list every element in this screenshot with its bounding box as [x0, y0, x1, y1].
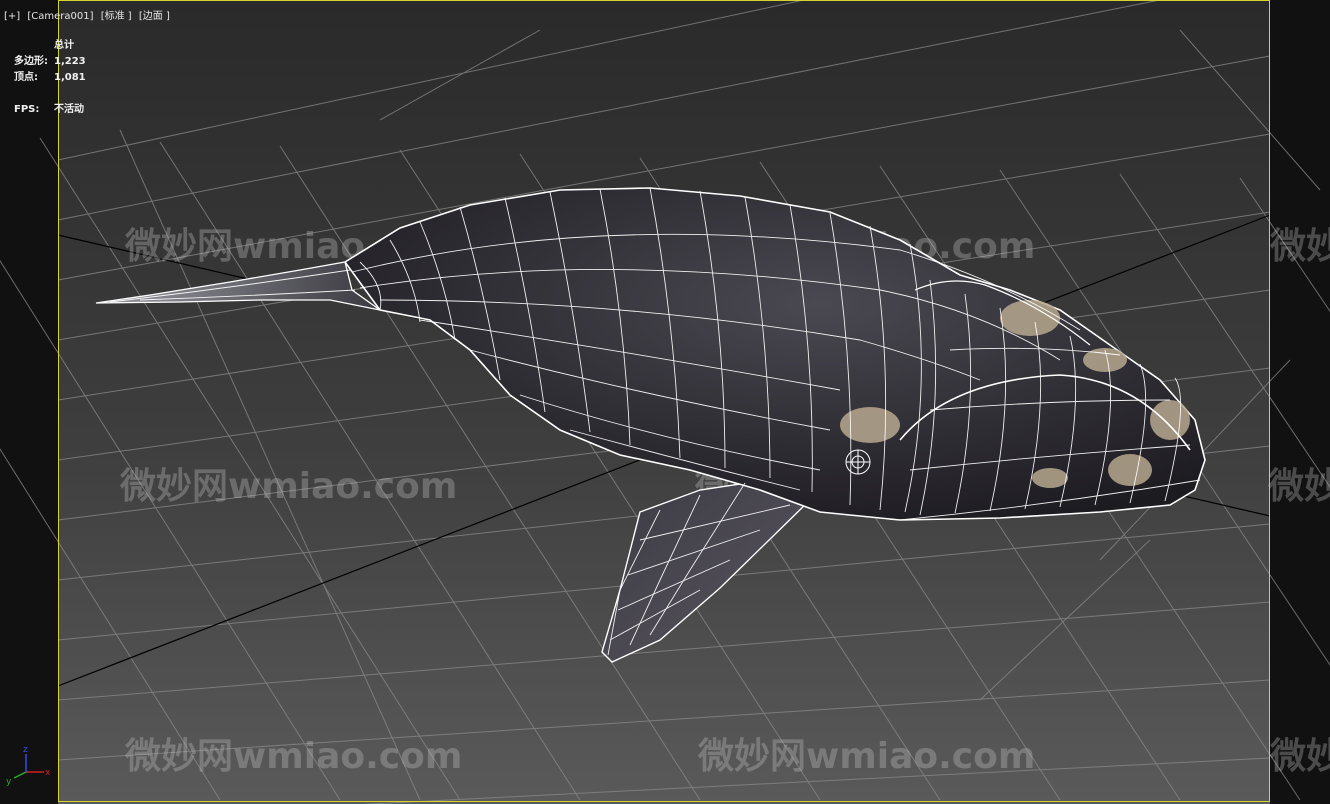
viewport-scene[interactable]: 微妙网wmiao.com 微妙网wmiao.com 微妙网wmiao.com 微…: [0, 0, 1330, 804]
axis-y-label: y: [6, 777, 12, 787]
watermark-text: 微妙网wmiao.com: [1269, 736, 1330, 777]
watermark-text: 微妙网wmiao.com: [697, 736, 1035, 777]
viewport-menu-camera[interactable]: [Camera001]: [27, 11, 93, 22]
stats-fps-row: FPS: 不活动: [14, 102, 86, 118]
stats-vertices-row: 顶点: 1,081: [14, 70, 86, 86]
stats-header: 总计: [54, 40, 74, 51]
stats-polygons-value: 1,223: [54, 56, 86, 67]
watermark-text: 微妙网wmiao.com: [1269, 226, 1330, 267]
watermark-text: 微妙网wmiao.com: [1267, 466, 1330, 507]
stats-vertices-label: 顶点:: [14, 72, 38, 83]
stats-polygons-label: 多边形:: [14, 56, 48, 67]
axis-z-label: z: [23, 745, 28, 755]
watermark-text: 微妙网wmiao.com: [124, 736, 462, 777]
stats-fps-label: FPS:: [14, 104, 40, 115]
watermark-text: 微妙网wmiao.com: [119, 466, 457, 507]
statistics-overlay: 总计 多边形: 1,223 顶点: 1,081 FPS: 不活动: [14, 38, 86, 118]
axis-tripod: x y z: [6, 745, 51, 787]
whale-eye: [845, 449, 871, 475]
viewport[interactable]: 微妙网wmiao.com 微妙网wmiao.com 微妙网wmiao.com 微…: [0, 0, 1330, 804]
viewport-menu-edged-faces[interactable]: [边面 ]: [139, 11, 170, 22]
axis-x-label: x: [45, 768, 51, 778]
stats-polygons-row: 多边形: 1,223: [14, 54, 86, 70]
viewport-menu-plus[interactable]: [+]: [4, 11, 20, 22]
stats-fps-value: 不活动: [54, 104, 84, 115]
viewport-menu-shading[interactable]: [标准 ]: [101, 11, 132, 22]
viewport-label-menu[interactable]: [+] [Camera001] [标准 ] [边面 ]: [4, 7, 174, 22]
stats-vertices-value: 1,081: [54, 72, 86, 83]
